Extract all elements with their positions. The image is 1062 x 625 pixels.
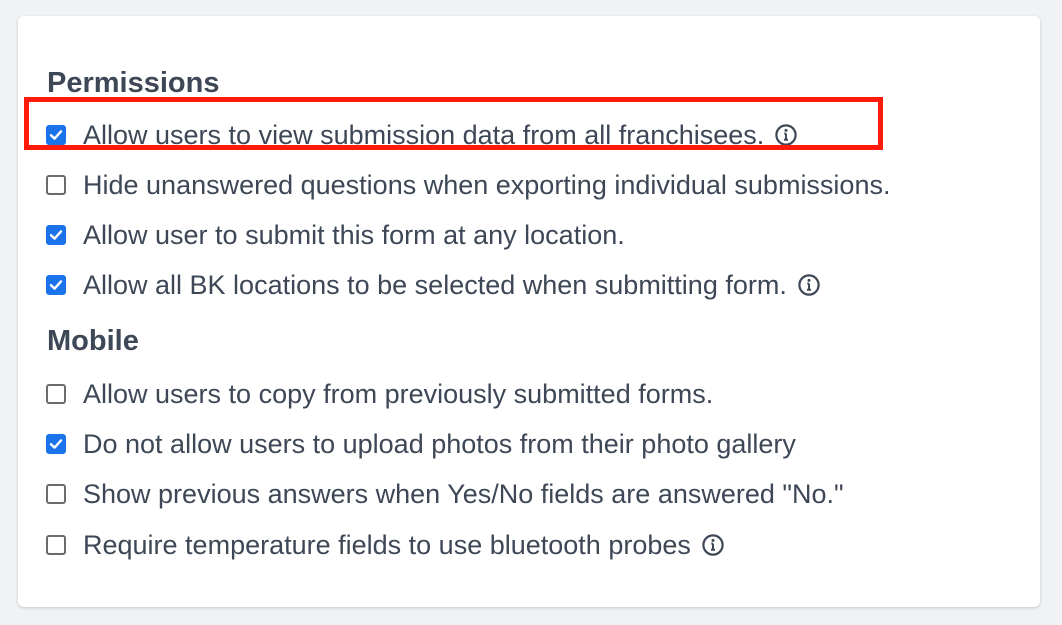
check-icon [49, 130, 63, 140]
checkbox[interactable] [46, 275, 66, 295]
check-icon [49, 230, 63, 240]
checkbox[interactable] [46, 175, 66, 195]
checkbox[interactable] [46, 225, 66, 245]
checkbox[interactable] [46, 484, 66, 504]
checkbox[interactable] [46, 384, 66, 404]
settings-card: Permissions Allow users to view submissi… [18, 16, 1040, 607]
info-circle-icon[interactable] [774, 123, 798, 147]
permission-option-all-bk-locations[interactable]: Allow all BK locations to be selected wh… [46, 267, 821, 303]
option-label[interactable]: Hide unanswered questions when exporting… [83, 167, 890, 203]
info-circle-icon[interactable] [797, 273, 821, 297]
permission-option-view-all-franchisees[interactable]: Allow users to view submission data from… [46, 117, 798, 153]
mobile-option-no-photo-gallery[interactable]: Do not allow users to upload photos from… [46, 426, 796, 462]
mobile-option-show-previous-answers[interactable]: Show previous answers when Yes/No fields… [46, 476, 844, 512]
mobile-option-copy-previous[interactable]: Allow users to copy from previously subm… [46, 376, 713, 412]
option-label[interactable]: Allow users to copy from previously subm… [83, 376, 713, 412]
mobile-heading: Mobile [47, 325, 139, 357]
permissions-heading: Permissions [47, 67, 220, 99]
mobile-option-bluetooth-probes[interactable]: Require temperature fields to use blueto… [46, 527, 725, 563]
checkbox[interactable] [46, 125, 66, 145]
option-label[interactable]: Allow users to view submission data from… [83, 117, 764, 153]
checkbox[interactable] [46, 434, 66, 454]
option-label[interactable]: Require temperature fields to use blueto… [83, 527, 691, 563]
option-label[interactable]: Allow all BK locations to be selected wh… [83, 267, 787, 303]
info-circle-icon[interactable] [701, 533, 725, 557]
option-label[interactable]: Allow user to submit this form at any lo… [83, 217, 625, 253]
check-icon [49, 280, 63, 290]
check-icon [49, 439, 63, 449]
permission-option-any-location[interactable]: Allow user to submit this form at any lo… [46, 217, 625, 253]
option-label[interactable]: Show previous answers when Yes/No fields… [83, 476, 844, 512]
permission-option-hide-unanswered[interactable]: Hide unanswered questions when exporting… [46, 167, 890, 203]
checkbox[interactable] [46, 535, 66, 555]
option-label[interactable]: Do not allow users to upload photos from… [83, 426, 796, 462]
